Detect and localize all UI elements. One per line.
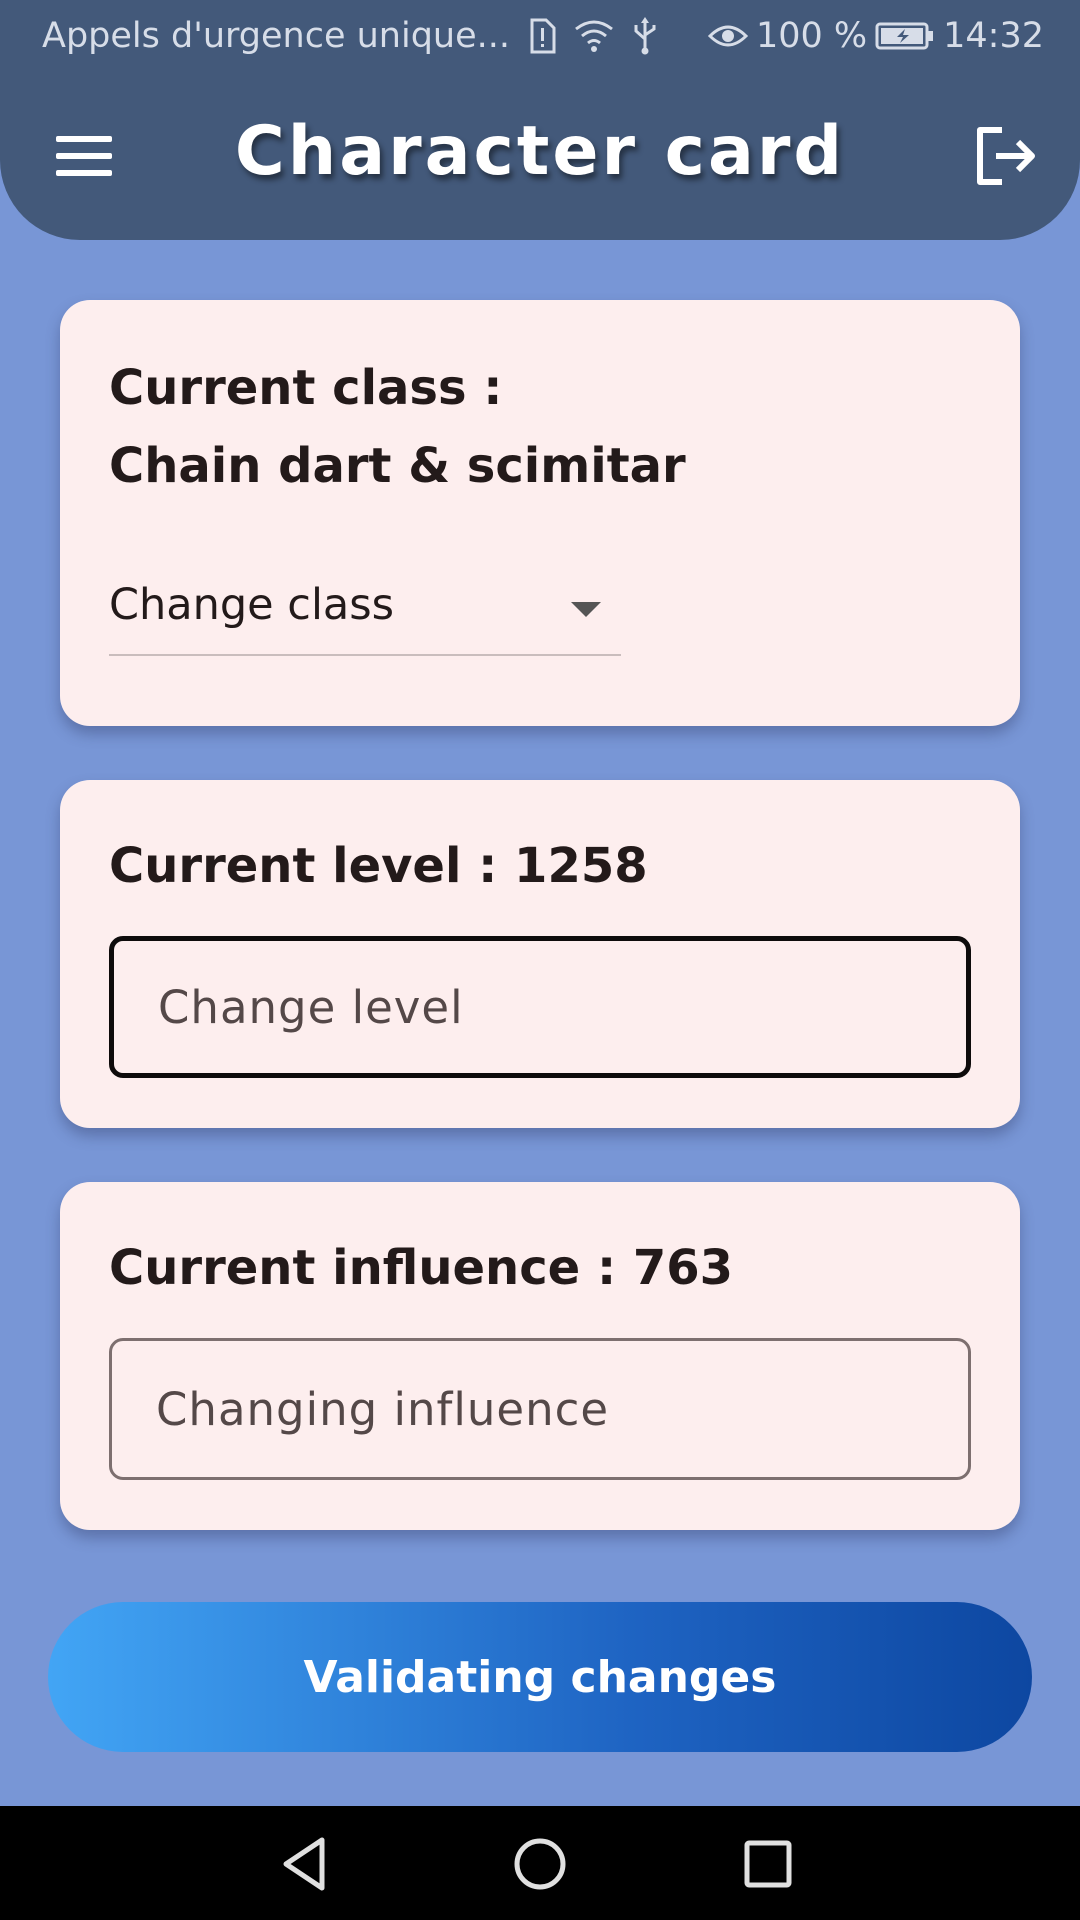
- status-left: Appels d'urgence unique...: [42, 16, 658, 56]
- back-triangle-icon: [283, 1837, 325, 1891]
- status-right: 100 % 14:32: [707, 16, 1044, 56]
- eye-icon: [707, 21, 748, 51]
- change-influence-input[interactable]: [109, 1338, 971, 1480]
- current-influence-heading: Current influence : 763: [109, 1240, 734, 1296]
- logout-icon: [977, 127, 1035, 185]
- battery-charging-icon: [875, 21, 935, 51]
- validate-changes-button[interactable]: Validating changes: [48, 1602, 1032, 1752]
- influence-card: Current influence : 763: [60, 1182, 1020, 1530]
- change-class-dropdown-label: Change class: [109, 580, 395, 630]
- nav-home-button[interactable]: [510, 1834, 570, 1894]
- app-bar: Appels d'urgence unique... 100 % 14:32 C…: [0, 0, 1080, 240]
- class-card: Current class : Chain dart & scimitar Ch…: [60, 300, 1020, 726]
- current-class-value: Chain dart & scimitar: [109, 438, 686, 494]
- dropdown-arrow-icon: [571, 602, 601, 617]
- sim-alert-icon: [528, 18, 556, 54]
- logout-button[interactable]: [974, 126, 1040, 186]
- change-level-input[interactable]: [109, 936, 971, 1078]
- recents-square-icon: [744, 1840, 792, 1888]
- usb-icon: [632, 17, 658, 55]
- page-title: Character card: [234, 112, 846, 191]
- system-nav-bar: [0, 1806, 1080, 1920]
- status-bar: Appels d'urgence unique... 100 % 14:32: [0, 0, 1080, 76]
- home-circle-icon: [514, 1838, 566, 1890]
- level-card: Current level : 1258: [60, 780, 1020, 1128]
- change-class-dropdown[interactable]: Change class: [109, 568, 621, 656]
- clock: 14:32: [943, 16, 1044, 56]
- wifi-icon: [574, 19, 614, 53]
- battery-percent: 100 %: [755, 16, 868, 56]
- carrier-text: Appels d'urgence unique...: [42, 16, 511, 56]
- nav-recents-button[interactable]: [738, 1834, 798, 1894]
- current-level-heading: Current level : 1258: [109, 838, 648, 894]
- nav-back-button[interactable]: [278, 1834, 338, 1894]
- current-class-label: Current class :: [109, 360, 503, 416]
